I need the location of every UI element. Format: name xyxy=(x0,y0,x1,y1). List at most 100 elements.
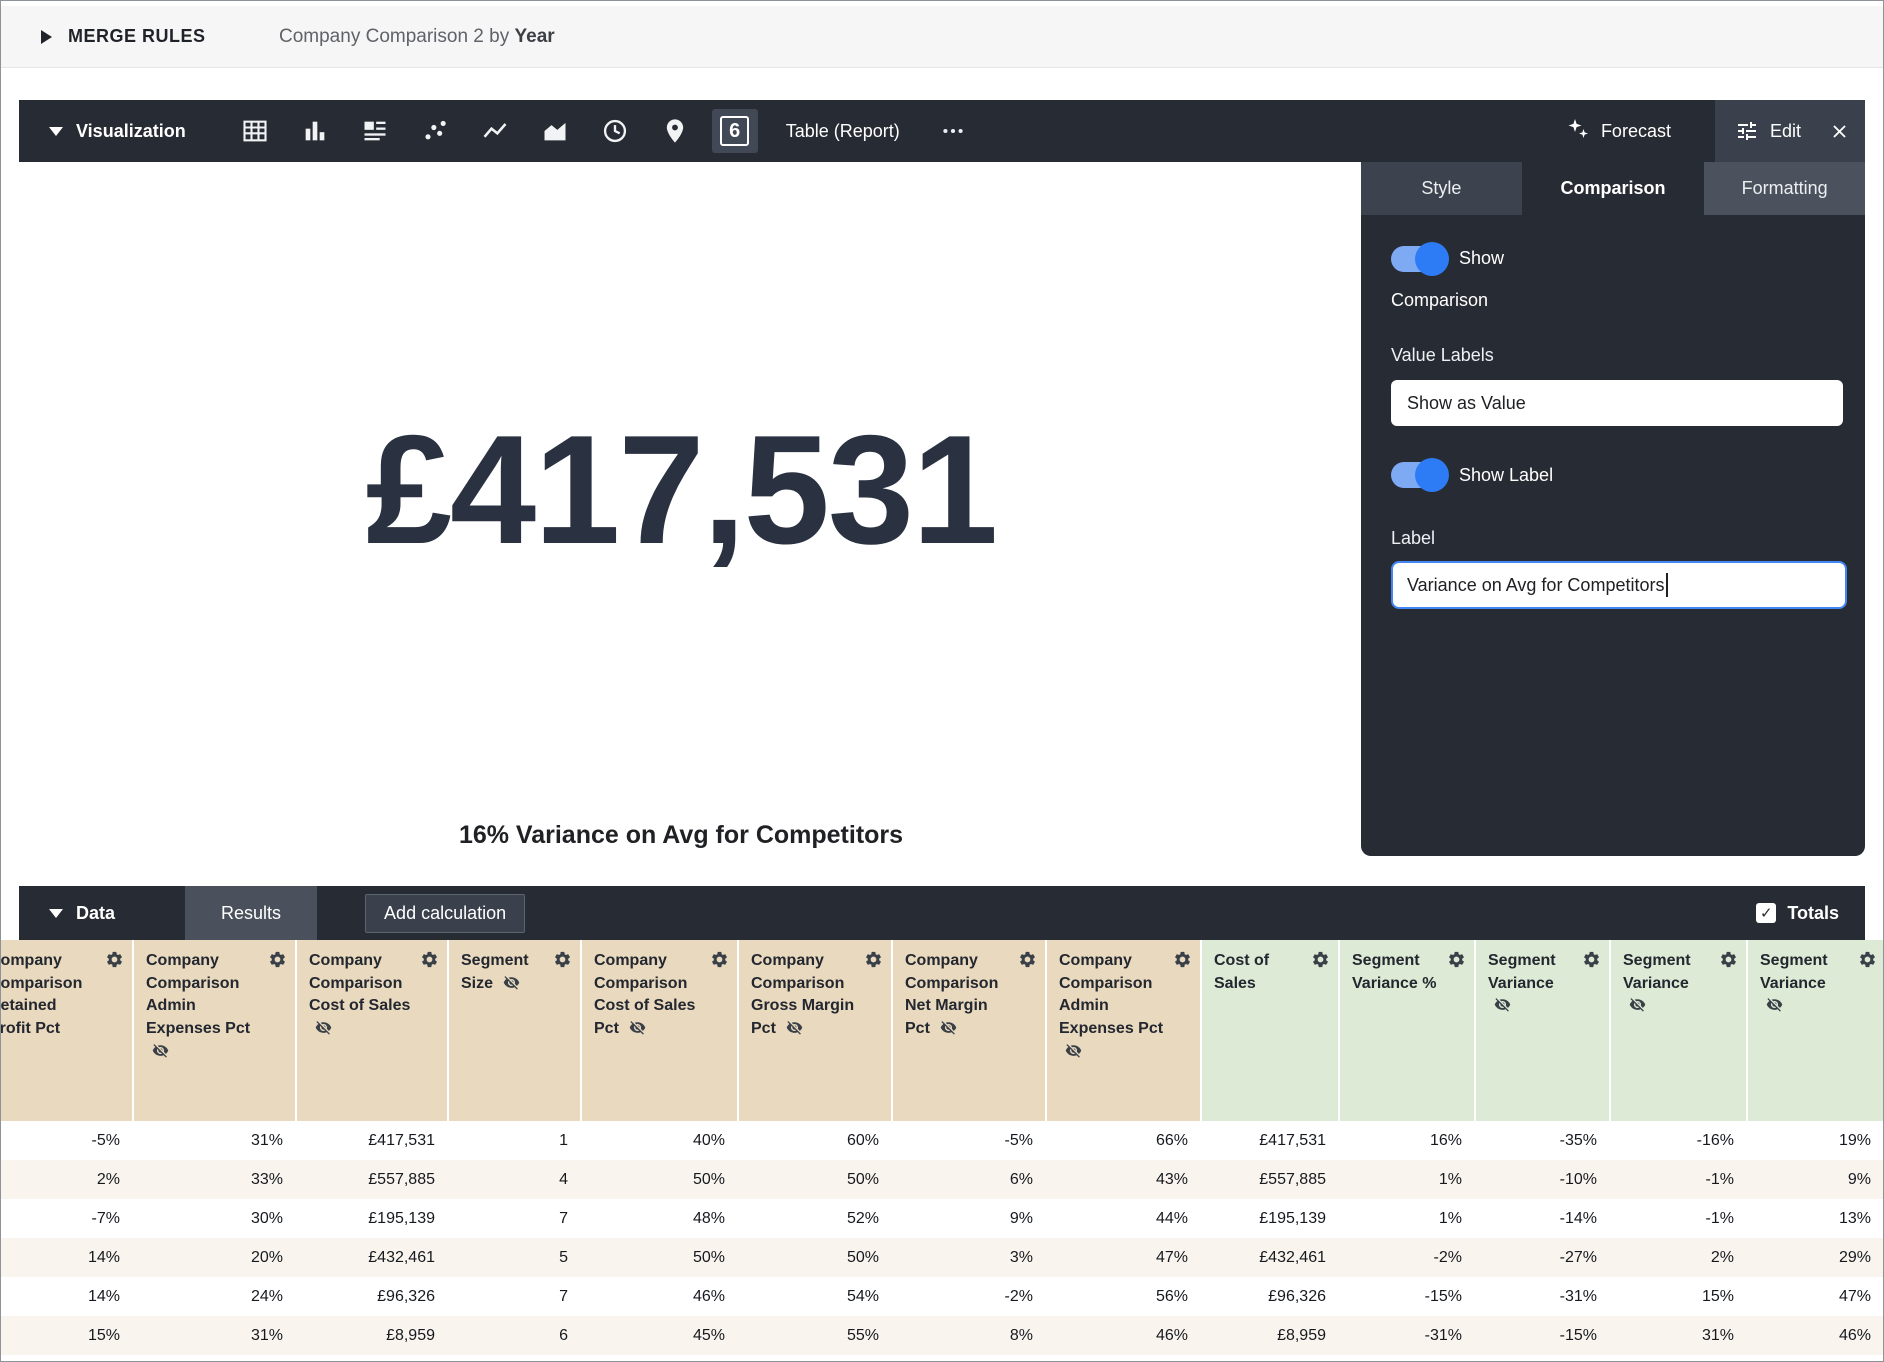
table-cell: 30% xyxy=(250,1209,283,1227)
table-cell: 9% xyxy=(1009,1209,1033,1227)
column-header[interactable]: Segment Variance xyxy=(1476,940,1611,1121)
column-label: Company Comparison Cost of Sales Pct xyxy=(594,952,695,1037)
column-header[interactable]: Company Comparison Admin Expenses Pct xyxy=(134,940,297,1121)
tab-comparison[interactable]: Comparison xyxy=(1521,162,1705,215)
column-settings-gear-icon[interactable] xyxy=(553,950,572,977)
table-icon[interactable] xyxy=(232,109,278,153)
table-cell: 1% xyxy=(1438,1170,1462,1188)
eye-slash-icon[interactable] xyxy=(940,1018,957,1041)
eye-slash-icon[interactable] xyxy=(786,1018,803,1041)
results-tab[interactable]: Results xyxy=(185,886,318,940)
report-icon[interactable] xyxy=(352,109,398,153)
eye-slash-icon[interactable] xyxy=(1494,995,1511,1018)
forecast-button[interactable]: Forecast xyxy=(1566,117,1671,146)
table-cell: 7 xyxy=(559,1287,568,1305)
table-cell: £557,885 xyxy=(1259,1170,1326,1188)
table-row: 2% 33% £557,885 4 50% 50% 6% 43% £557,885 1% -10% -… xyxy=(1,1160,1883,1199)
table-cell: £432,461 xyxy=(368,1248,435,1266)
table-cell: -7% xyxy=(91,1209,120,1227)
more-options-icon[interactable] xyxy=(940,118,966,144)
column-header[interactable]: Segment Variance % xyxy=(1340,940,1476,1121)
table-row: 15% 31% £8,959 6 45% 55% 8% 46% £8,959 -31% -15% 31… xyxy=(1,1316,1883,1355)
area-chart-icon[interactable] xyxy=(532,109,578,153)
table-cell: 19% xyxy=(1838,1131,1871,1149)
table-cell: 48% xyxy=(692,1209,725,1227)
eye-slash-icon[interactable] xyxy=(1065,1041,1082,1064)
column-header[interactable]: Cost of Sales xyxy=(1202,940,1340,1121)
visualization-section-toggle[interactable]: Visualization xyxy=(49,121,186,142)
table-cell: 14% xyxy=(87,1248,120,1266)
table-cell: 60% xyxy=(846,1131,879,1149)
column-settings-gear-icon[interactable] xyxy=(105,950,124,977)
table-row: 14% 20% £432,461 5 50% 50% 3% 47% £432,461 -2% -27… xyxy=(1,1238,1883,1277)
edit-panel: Style Comparison Formatting Show Compariso… xyxy=(1361,162,1866,856)
column-header[interactable]: Segment Size xyxy=(449,940,582,1121)
table-cell: 31% xyxy=(250,1326,283,1344)
numeric-single-value-icon[interactable]: 6 xyxy=(711,109,758,153)
table-cell: 56% xyxy=(1155,1287,1188,1305)
column-header[interactable]: Company Comparison Retained Profit Pct xyxy=(1,940,134,1121)
show-label-toggle[interactable] xyxy=(1391,458,1449,492)
tab-style[interactable]: Style xyxy=(1361,162,1522,215)
eye-slash-icon[interactable] xyxy=(629,1018,646,1041)
data-section-toggle[interactable]: Data xyxy=(49,903,115,924)
table-row: -5% 31% £417,531 1 40% 60% -5% 66% £417,531 16% -3… xyxy=(1,1121,1883,1160)
table-cell: £195,139 xyxy=(1259,1209,1326,1227)
column-settings-gear-icon[interactable] xyxy=(268,950,287,977)
table-cell: 31% xyxy=(250,1131,283,1149)
table-cell: 1 xyxy=(559,1131,568,1149)
line-chart-icon[interactable] xyxy=(472,109,518,153)
table-cell: 50% xyxy=(846,1248,879,1266)
tab-formatting[interactable]: Formatting xyxy=(1704,162,1866,215)
column-header[interactable]: Company Comparison Cost of Sales xyxy=(297,940,449,1121)
table-cell: 24% xyxy=(250,1287,283,1305)
column-settings-gear-icon[interactable] xyxy=(710,950,729,977)
column-settings-gear-icon[interactable] xyxy=(1311,950,1330,977)
eye-slash-icon[interactable] xyxy=(503,973,520,996)
close-icon[interactable] xyxy=(1830,122,1849,141)
text-cursor xyxy=(1666,573,1669,597)
column-header[interactable]: Company Comparison Net Margin Pct xyxy=(893,940,1047,1121)
table-row: 14% 24% £96,326 7 46% 54% -2% 56% £96,326 -15% -31… xyxy=(1,1277,1883,1316)
gauge-icon[interactable] xyxy=(592,109,638,153)
column-settings-gear-icon[interactable] xyxy=(1447,950,1466,977)
column-settings-gear-icon[interactable] xyxy=(1582,950,1601,977)
table-cell: 46% xyxy=(1155,1326,1188,1344)
add-calculation-button[interactable]: Add calculation xyxy=(365,893,526,933)
column-settings-gear-icon[interactable] xyxy=(1018,950,1037,977)
data-toolbar: Data Results Add calculation ✓ Totals xyxy=(19,886,1865,940)
scatter-plot-icon[interactable] xyxy=(412,109,458,153)
table-cell: 29% xyxy=(1838,1248,1871,1266)
table-cell: -31% xyxy=(1424,1326,1462,1344)
column-settings-gear-icon[interactable] xyxy=(864,950,883,977)
label-input[interactable]: Variance on Avg for Competitors xyxy=(1391,561,1847,609)
edit-button[interactable]: Edit xyxy=(1714,100,1865,162)
column-label: Company Comparison Cost of Sales xyxy=(309,952,410,1037)
eye-slash-icon[interactable] xyxy=(1629,995,1646,1018)
column-header[interactable]: Company Comparison Admin Expenses Pct xyxy=(1047,940,1202,1121)
kpi-caption: 16% Variance on Avg for Competitors xyxy=(458,821,904,849)
column-label: Segment Variance xyxy=(1623,952,1691,1014)
bar-chart-icon[interactable] xyxy=(292,109,338,153)
column-header[interactable]: Company Comparison Cost of Sales Pct xyxy=(582,940,739,1121)
table-cell: £195,139 xyxy=(368,1209,435,1227)
table-cell: £96,326 xyxy=(377,1287,435,1305)
show-comparison-toggle[interactable] xyxy=(1391,242,1449,277)
eye-slash-icon[interactable] xyxy=(152,1041,169,1064)
column-settings-gear-icon[interactable] xyxy=(420,950,439,977)
merge-rules-expander[interactable]: MERGE RULES xyxy=(41,26,206,47)
table-cell: 50% xyxy=(846,1170,879,1188)
column-settings-gear-icon[interactable] xyxy=(1858,950,1877,977)
table-cell: 52% xyxy=(846,1209,879,1227)
column-header[interactable]: Segment Variance xyxy=(1611,940,1748,1121)
column-header[interactable]: Segment Variance xyxy=(1748,940,1883,1121)
column-header[interactable]: Company Comparison Gross Margin Pct xyxy=(739,940,893,1121)
column-settings-gear-icon[interactable] xyxy=(1173,950,1192,977)
eye-slash-icon[interactable] xyxy=(315,1018,332,1041)
column-settings-gear-icon[interactable] xyxy=(1719,950,1738,977)
edit-label: Edit xyxy=(1769,120,1801,141)
value-labels-select[interactable]: Show as Value xyxy=(1391,380,1843,426)
totals-checkbox[interactable]: ✓ xyxy=(1756,903,1777,923)
eye-slash-icon[interactable] xyxy=(1766,995,1783,1018)
map-pin-icon[interactable] xyxy=(652,109,698,153)
